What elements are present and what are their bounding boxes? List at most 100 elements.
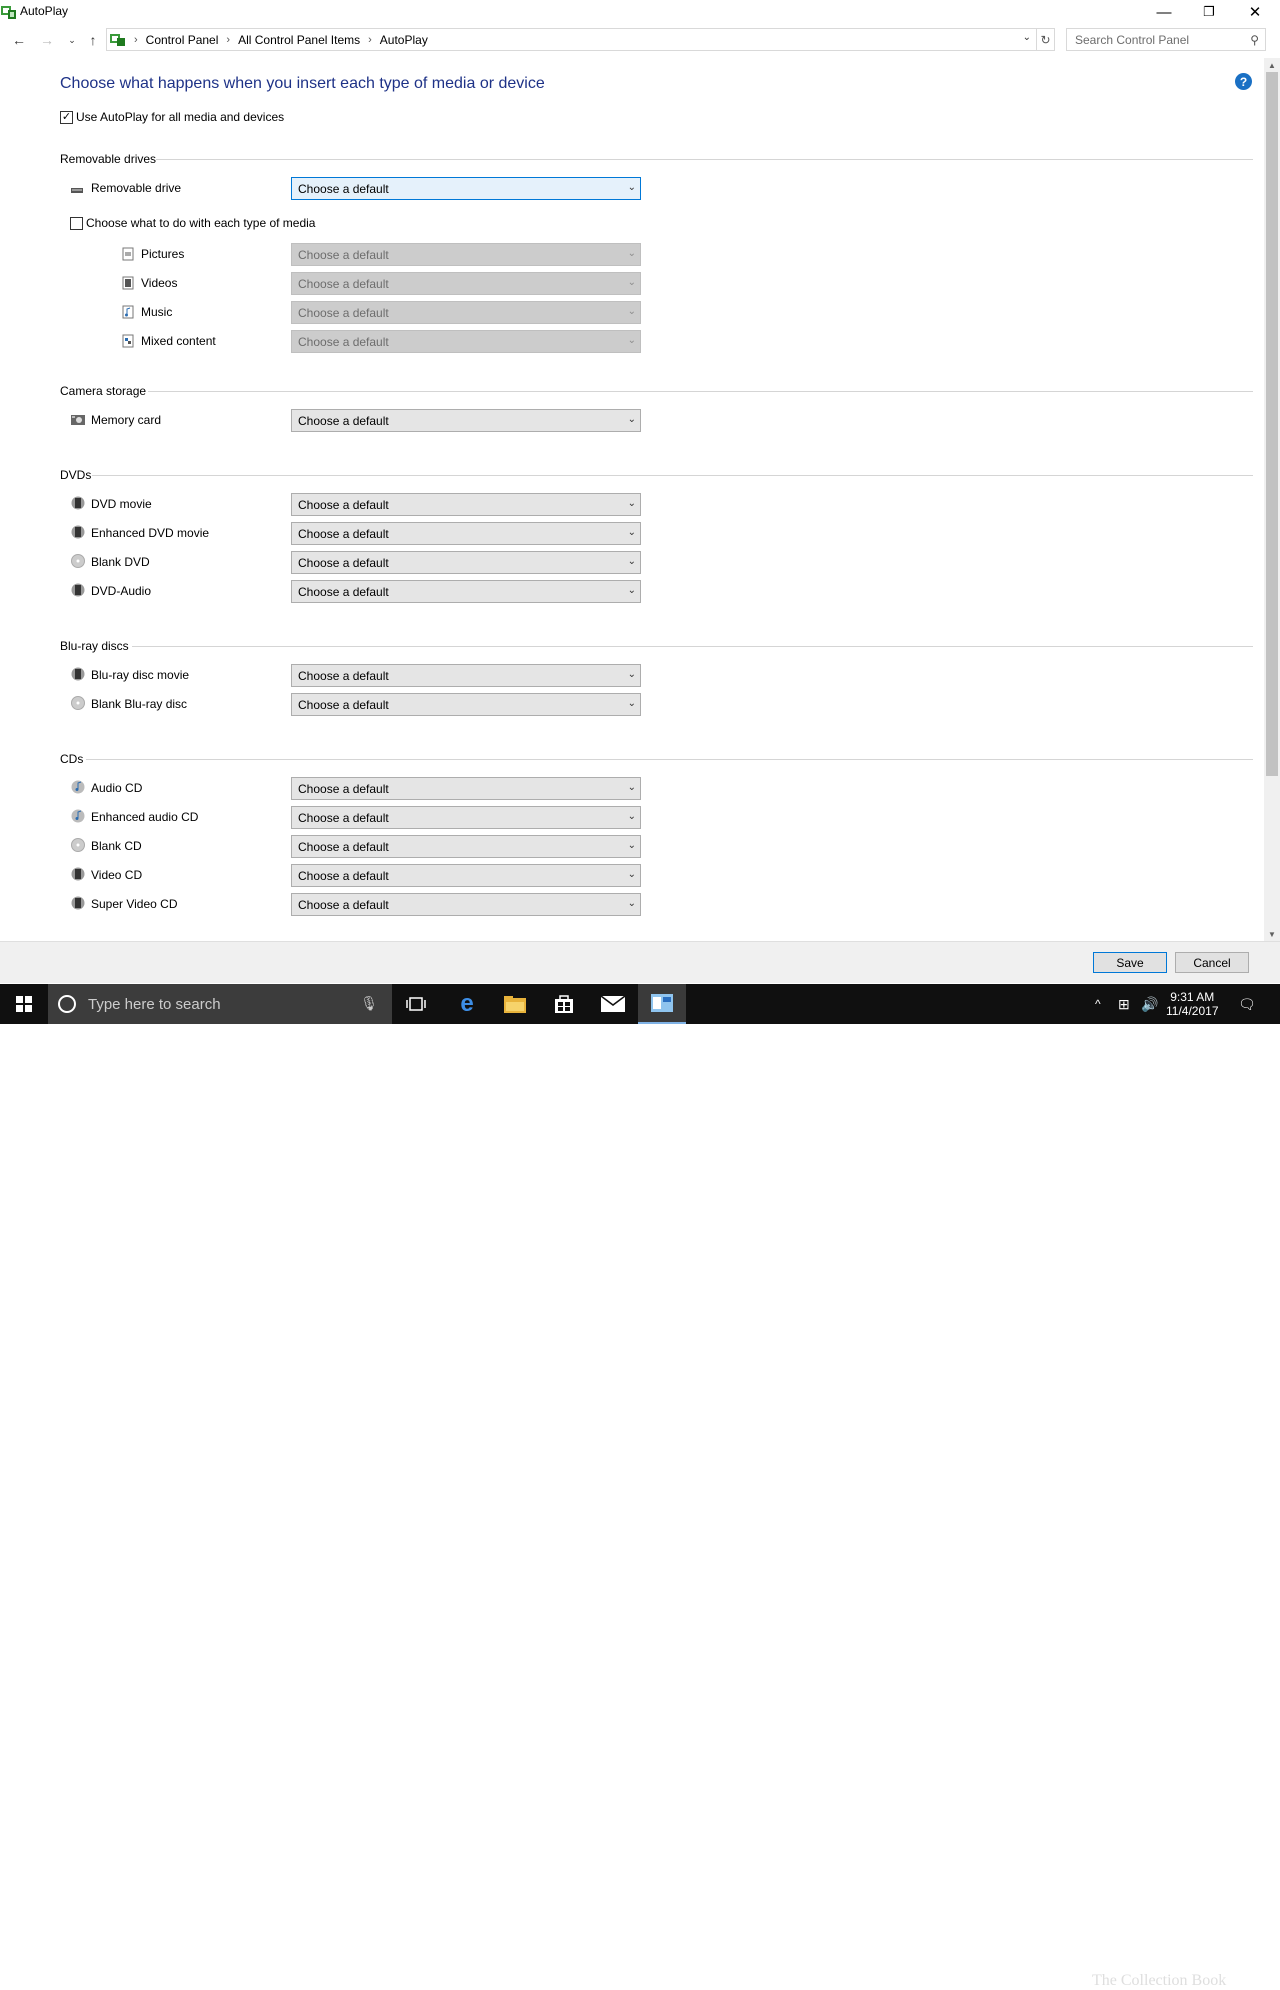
bluray-label-movie: Blu-ray disc movie [91,668,190,682]
address-box[interactable]: › Control Panel › All Control Panel Item… [106,28,1037,51]
chevron-down-icon: ⌄ [627,182,636,193]
camera-label-memory-card: Memory card [91,413,162,427]
file-explorer-icon[interactable] [491,984,539,1024]
each-media-label: Choose what to do with each type of medi… [86,216,316,230]
select-value: Choose a default [298,897,389,912]
forward-arrow-icon[interactable]: → [38,31,56,49]
autoplay-app-icon [1,6,16,19]
breadcrumb-separator-icon[interactable]: › [134,34,138,46]
breadcrumb-autoplay[interactable]: AutoPlay [380,33,428,47]
cd-label-blank: Blank CD [91,839,142,853]
blank-blu-ray-select[interactable]: Choose a default ⌄ [291,693,641,716]
chevron-down-icon: ⌄ [627,669,636,680]
enhanced-audio-cd-select[interactable]: Choose a default ⌄ [291,806,641,829]
memory-card-select[interactable]: Choose a default ⌄ [291,409,641,432]
chevron-down-icon: ⌄ [627,585,636,596]
refresh-icon[interactable]: ↻ [1037,28,1055,51]
save-button[interactable]: Save [1093,952,1167,973]
select-value: Choose a default [298,868,389,883]
group-title: Camera storage [60,384,147,398]
control-panel-taskbar-icon[interactable] [638,984,686,1024]
back-arrow-icon[interactable]: ← [10,31,28,49]
clock-date: 11/4/2017 [1166,1004,1219,1018]
blank-dvd-icon [71,554,85,568]
chevron-down-icon: ⌄ [627,811,636,822]
group-camera-storage: Camera storage [60,384,1280,398]
dvd-audio-select[interactable]: Choose a default ⌄ [291,580,641,603]
taskbar-search-input[interactable]: Type here to search 🎙 [48,984,392,1024]
shopping-bag-icon [555,995,573,1013]
audio-cd-select[interactable]: Choose a default ⌄ [291,777,641,800]
group-title: DVDs [60,468,92,482]
select-value: Choose a default [298,697,389,712]
group-title: Blu-ray discs [60,639,129,653]
edge-browser-icon[interactable]: e [443,984,491,1024]
select-value: Choose a default [298,555,389,570]
clock-time: 9:31 AM [1170,990,1215,1004]
minimize-button[interactable]: — [1141,0,1187,24]
music-select: Choose a default ⌄ [291,301,641,324]
breadcrumb-control-panel[interactable]: Control Panel [146,33,219,47]
blank-dvd-select[interactable]: Choose a default ⌄ [291,551,641,574]
super-video-cd-select[interactable]: Choose a default ⌄ [291,893,641,916]
scroll-down-icon[interactable]: ▼ [1264,927,1280,941]
network-icon[interactable]: ⊞ [1118,984,1130,1024]
close-button[interactable]: ✕ [1232,0,1278,24]
chevron-down-icon: ⌄ [627,782,636,793]
clock[interactable]: 9:31 AM 11/4/2017 [1166,984,1219,1024]
dvd-movie-select[interactable]: Choose a default ⌄ [291,493,641,516]
up-arrow-icon[interactable]: ↑ [84,31,102,49]
store-icon[interactable] [540,984,588,1024]
select-value: Choose a default [298,334,389,349]
volume-icon[interactable]: 🔊 [1141,984,1158,1024]
action-center-icon[interactable]: 🗨 [1238,984,1256,1024]
recent-locations-chevron-icon[interactable]: ⌄ [63,31,81,49]
help-icon[interactable]: ? [1235,73,1252,90]
each-media-checkbox[interactable] [70,217,83,230]
video-cd-select[interactable]: Choose a default ⌄ [291,864,641,887]
cortana-icon [58,995,76,1013]
search-input[interactable]: Search Control Panel ⚲ [1066,28,1266,51]
enhanced-dvd-select[interactable]: Choose a default ⌄ [291,522,641,545]
use-autoplay-checkbox[interactable]: ✓ [60,111,73,124]
breadcrumb-all-items[interactable]: All Control Panel Items [238,33,360,47]
music-icon [122,305,134,319]
select-value: Choose a default [298,781,389,796]
chevron-down-icon: ⌄ [627,306,636,317]
scroll-thumb[interactable] [1266,72,1278,776]
dialog-footer: Save Cancel [0,941,1280,983]
scroll-up-icon[interactable]: ▲ [1264,58,1280,72]
address-dropdown-chevron-icon[interactable]: ⌄ [1023,32,1031,43]
chevron-down-icon: ⌄ [627,414,636,425]
breadcrumb-separator-icon[interactable]: › [226,34,230,46]
start-windows-icon[interactable] [0,984,48,1024]
dvd-movie-icon [71,496,85,510]
vertical-scrollbar[interactable]: ▲ ▼ [1264,58,1280,941]
breadcrumb-separator-icon[interactable]: › [368,34,372,46]
search-icon[interactable]: ⚲ [1250,33,1259,47]
removable-drive-select[interactable]: Choose a default ⌄ [291,177,641,200]
media-label-music: Music [141,305,173,319]
microphone-icon[interactable]: 🎙 [360,995,378,1012]
blu-ray-movie-icon [71,667,85,681]
cancel-button[interactable]: Cancel [1175,952,1249,973]
windows-logo-icon [16,996,32,1012]
tray-chevron-icon[interactable]: ^ [1095,984,1101,1024]
window-title: AutoPlay [20,4,69,18]
taskbar: Type here to search 🎙 e The Collection B… [0,984,1280,1989]
select-value: Choose a default [298,413,389,428]
blu-ray-movie-select[interactable]: Choose a default ⌄ [291,664,641,687]
maximize-button[interactable]: ❐ [1186,0,1232,24]
blank-cd-select[interactable]: Choose a default ⌄ [291,835,641,858]
task-view-icon[interactable] [392,984,440,1024]
select-value: Choose a default [298,584,389,599]
media-label-pictures: Pictures [141,247,185,261]
cd-label-video: Video CD [91,868,143,882]
media-label-videos: Videos [141,276,178,290]
title-bar: AutoPlay — ❐ ✕ [0,0,1280,24]
audio-cd-icon [71,780,85,794]
page-title: Choose what happens when you insert each… [60,75,545,92]
mail-icon[interactable] [589,984,637,1024]
chevron-down-icon: ⌄ [627,840,636,851]
use-autoplay-label: Use AutoPlay for all media and devices [76,110,285,124]
